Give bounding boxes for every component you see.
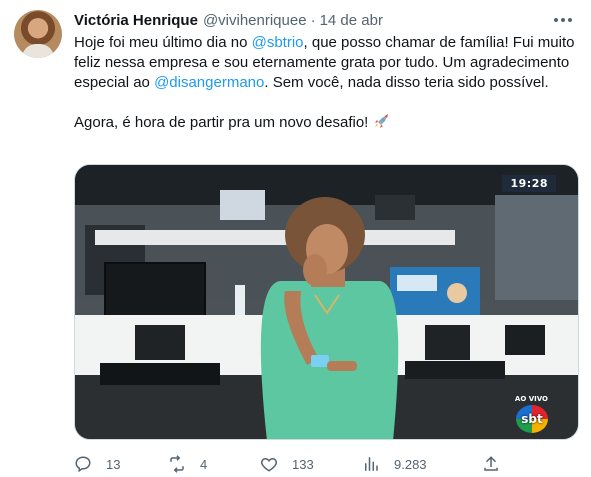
avatar-shirt (22, 44, 54, 58)
tweet-date[interactable]: 14 de abr (320, 12, 383, 29)
author-avatar[interactable] (14, 10, 62, 58)
retweet-count: 4 (200, 456, 208, 472)
reply-count: 13 (106, 456, 121, 472)
views-chart-icon (365, 457, 378, 471)
sbt-logo: sbt (516, 405, 548, 433)
retweet-icon (170, 455, 184, 473)
tweet-media-image[interactable]: 19:28 AO VIVO sbt (74, 164, 579, 440)
share-icon (484, 456, 498, 471)
reply-icon (75, 456, 91, 473)
heart-icon (261, 457, 277, 472)
tweet-card: Victória Henrique @vivihenriquee · 14 de… (0, 0, 591, 477)
tweet-text-part: Agora, é hora de partir pra um novo desa… (74, 114, 373, 131)
retweet-button[interactable]: 4 (168, 452, 207, 476)
header-separator: · (310, 11, 316, 29)
view-count: 9.283 (394, 456, 427, 472)
tweet-text: Hoje foi meu último dia no @sbtrio, que … (74, 33, 580, 153)
live-label: AO VIVO (514, 395, 548, 403)
tweet-actions: 13 4 133 9.283 (74, 452, 580, 476)
author-name[interactable]: Victória Henrique (74, 12, 198, 29)
mention-sbtrio[interactable]: @sbtrio (252, 34, 304, 51)
tweet-paragraph-1: Hoje foi meu último dia no @sbtrio, que … (74, 33, 580, 93)
reply-button[interactable]: 13 (74, 452, 120, 476)
sbt-logo-text: sbt (521, 412, 543, 426)
more-options-icon[interactable] (551, 10, 575, 30)
newsroom-scene (75, 165, 578, 439)
broadcast-clock: 19:28 (502, 175, 556, 192)
rocket-icon (374, 114, 388, 128)
tweet-text-part: . Sem você, nada disso teria sido possív… (264, 74, 549, 91)
author-handle[interactable]: @vivihenriquee (203, 12, 307, 29)
tweet-header: Victória Henrique @vivihenriquee · 14 de… (74, 10, 383, 30)
like-button[interactable]: 133 (260, 452, 314, 476)
mention-disangermano[interactable]: @disangermano (154, 74, 264, 91)
like-count: 133 (292, 456, 314, 472)
tweet-text-part: Hoje foi meu último dia no (74, 34, 252, 51)
share-button[interactable] (482, 452, 514, 476)
views-button[interactable]: 9.283 (362, 452, 427, 476)
tweet-paragraph-2: Agora, é hora de partir pra um novo desa… (74, 113, 580, 133)
